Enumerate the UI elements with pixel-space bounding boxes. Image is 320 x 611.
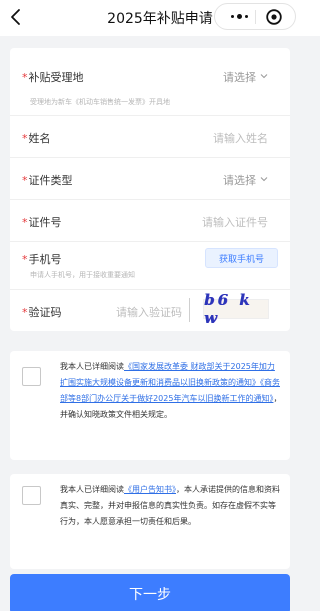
- user-notice-link[interactable]: 《用户告知书》: [124, 485, 176, 494]
- field-hint: 受理地为新车《机动车销售统一发票》开具地: [30, 98, 170, 106]
- user-notice-text: 我本人已详细阅读《用户告知书》，本人承诺提供的信息和资料真实、完整，并对申报信息…: [60, 482, 282, 530]
- field-label: 验证码: [28, 306, 62, 319]
- agreement-prefix: 我本人已详细阅读: [60, 362, 124, 371]
- target-circle-icon[interactable]: [265, 8, 283, 26]
- field-label: 证件号: [28, 216, 62, 229]
- captcha-image[interactable]: b6 k w: [203, 291, 269, 327]
- application-form: *补贴受理地 请选择 受理地为新车《机动车销售统一发票》开具地 *姓名 请输入姓…: [10, 48, 290, 331]
- user-notice-checkbox[interactable]: [22, 486, 41, 505]
- acceptance-place-select[interactable]: 请选择: [223, 69, 256, 85]
- field-phone: *手机号 申请人手机号，用于接收重要通知 获取手机号: [10, 242, 290, 290]
- policy-agreement-checkbox[interactable]: [22, 367, 41, 386]
- required-mark: *: [22, 71, 28, 84]
- required-mark: *: [22, 216, 28, 229]
- captcha-text: b6 k w: [204, 291, 253, 327]
- nav-bar: 2025年补贴申请: [0, 0, 320, 36]
- captcha-divider: [189, 298, 190, 322]
- field-name[interactable]: *姓名 请输入姓名: [10, 116, 290, 158]
- more-dots-icon[interactable]: [223, 4, 255, 29]
- agreement-prefix: 我本人已详细阅读: [60, 485, 124, 494]
- id-number-input[interactable]: 请输入证件号: [202, 214, 268, 230]
- field-label: 证件类型: [28, 174, 73, 187]
- capsule-divider: [255, 10, 256, 24]
- next-step-button[interactable]: 下一步: [10, 574, 290, 611]
- field-hint: 申请人手机号，用于接收重要通知: [30, 271, 135, 279]
- field-id-number[interactable]: *证件号 请输入证件号: [10, 200, 290, 242]
- chevron-down-icon: [260, 74, 268, 79]
- mini-program-capsule: [214, 3, 296, 30]
- required-mark: *: [22, 174, 28, 187]
- field-label: 补贴受理地: [28, 71, 84, 84]
- name-input[interactable]: 请输入姓名: [213, 130, 268, 146]
- required-mark: *: [22, 132, 28, 145]
- field-label: 手机号: [28, 253, 62, 266]
- required-mark: *: [22, 253, 28, 266]
- field-captcha: *验证码 请输入验证码 b6 k w: [10, 290, 290, 331]
- required-mark: *: [22, 306, 28, 319]
- user-notice-card: 我本人已详细阅读《用户告知书》，本人承诺提供的信息和资料真实、完整，并对申报信息…: [10, 474, 290, 569]
- get-phone-button[interactable]: 获取手机号: [205, 248, 278, 268]
- field-id-type[interactable]: *证件类型 请选择: [10, 158, 290, 200]
- field-label: 姓名: [28, 132, 51, 145]
- id-type-select[interactable]: 请选择: [223, 172, 256, 188]
- captcha-input[interactable]: 请输入验证码: [116, 304, 182, 320]
- policy-agreement-text: 我本人已详细阅读《国家发展改革委 财政部关于2025年加力扩围实施大规模设备更新…: [60, 359, 282, 423]
- policy-agreement-card: 我本人已详细阅读《国家发展改革委 财政部关于2025年加力扩围实施大规模设备更新…: [10, 351, 290, 460]
- chevron-down-icon: [260, 177, 268, 182]
- field-acceptance-place[interactable]: *补贴受理地 请选择 受理地为新车《机动车销售统一发票》开具地: [10, 48, 290, 116]
